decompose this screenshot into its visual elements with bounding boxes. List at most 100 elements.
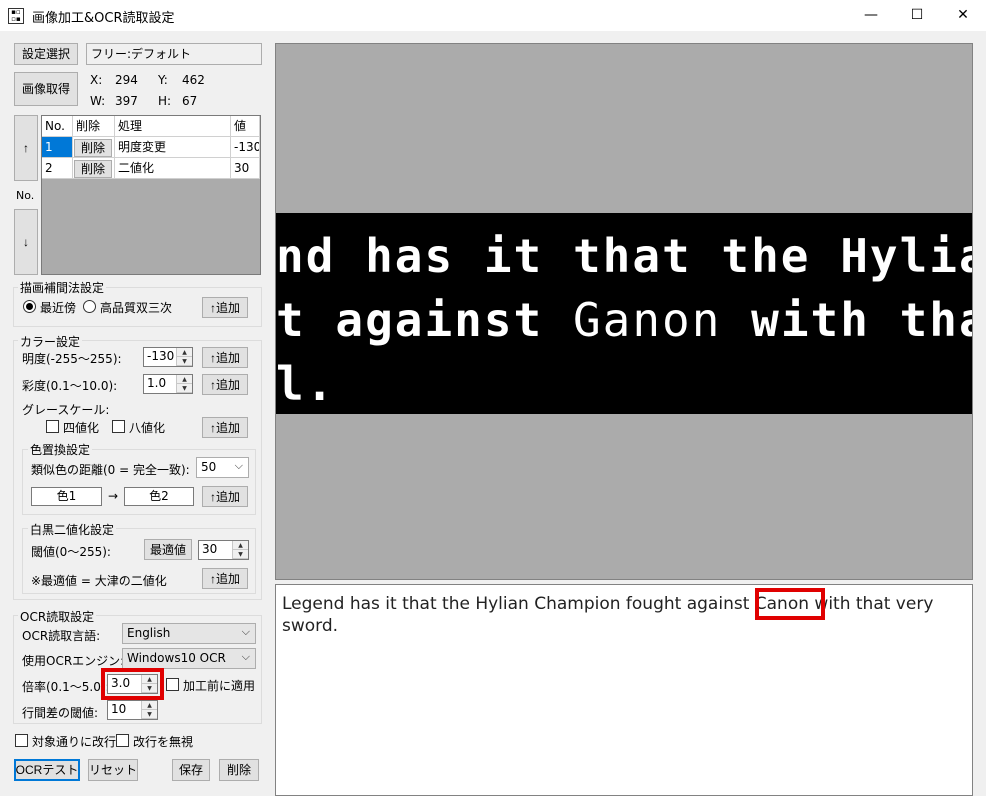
chevron-down-icon[interactable]: ⌵: [242, 650, 250, 664]
gray4-checkbox[interactable]: [46, 420, 59, 433]
w-value: 397: [115, 94, 138, 108]
save-button[interactable]: 保存: [172, 759, 210, 781]
h-value: 67: [182, 94, 198, 108]
spin-up-icon[interactable]: ▲: [233, 541, 248, 550]
ocr-engine-value[interactable]: Windows10 OCR: [127, 651, 226, 665]
move-up-button[interactable]: ↑: [14, 115, 38, 181]
reset-button[interactable]: リセット: [88, 759, 138, 781]
select-settings-button[interactable]: 設定選択: [14, 43, 78, 65]
canon-highlight-box: [755, 588, 825, 620]
spin-down-icon[interactable]: ▼: [177, 384, 192, 393]
row2-delete-button[interactable]: 削除: [74, 160, 112, 178]
distance-combo[interactable]: 50 ⌵: [196, 457, 249, 478]
close-button[interactable]: ✕: [940, 0, 986, 31]
saturation-value[interactable]: 1.0: [147, 376, 166, 390]
title-bar: ▪▫ ▫▪ 画像加工&OCR読取設定 — ☐ ✕: [0, 0, 986, 31]
threshold-label: 閾値(0〜255):: [31, 545, 111, 559]
window-title: 画像加工&OCR読取設定: [32, 11, 175, 26]
bw-add-button[interactable]: ↑追加: [202, 568, 248, 589]
col-header-value: 値: [231, 116, 260, 137]
ocr-engine-combo[interactable]: Windows10 OCR ⌵: [122, 648, 256, 669]
saturation-spinner[interactable]: 1.0 ▲ ▼: [143, 374, 193, 394]
ocr-language-combo[interactable]: English ⌵: [122, 623, 256, 644]
gray4-label[interactable]: 四値化: [63, 419, 99, 436]
y-label: Y:: [158, 73, 168, 87]
col-header-no: No.: [42, 116, 73, 137]
preview-image: nd has it that the Hylian Cham t against…: [276, 213, 972, 414]
interp-nearest-radio[interactable]: [23, 300, 36, 313]
brightness-add-button[interactable]: ↑追加: [202, 347, 248, 368]
interp-bicubic-label[interactable]: 高品質双三次: [100, 299, 172, 316]
y-value: 462: [182, 73, 205, 87]
grayscale-add-button[interactable]: ↑追加: [202, 417, 248, 438]
brightness-spinner[interactable]: -130 ▲ ▼: [143, 347, 193, 367]
interp-group-title: 描画補間法設定: [18, 279, 107, 296]
apply-before-label[interactable]: 加工前に適用: [183, 677, 255, 694]
line-threshold-value[interactable]: 10: [111, 702, 126, 716]
ignore-break-checkbox[interactable]: [116, 734, 129, 747]
gray8-label[interactable]: 八値化: [129, 419, 165, 436]
line-threshold-spinner[interactable]: 10 ▲ ▼: [107, 700, 158, 720]
spin-up-icon[interactable]: ▲: [142, 701, 157, 710]
ocr-result-text[interactable]: Legend has it that the Hylian Champion f…: [282, 593, 962, 637]
spin-down-icon[interactable]: ▼: [177, 357, 192, 366]
ocr-engine-label: 使用OCRエンジン:: [22, 654, 125, 668]
gray8-checkbox[interactable]: [112, 420, 125, 433]
row2-process[interactable]: 二値化: [115, 158, 231, 179]
order-no-label: No.: [16, 189, 35, 202]
chevron-down-icon[interactable]: ⌵: [235, 459, 243, 473]
row1-no[interactable]: 1: [42, 137, 73, 158]
linebreak-checkbox[interactable]: [15, 734, 28, 747]
saturation-add-button[interactable]: ↑追加: [202, 374, 248, 395]
distance-value[interactable]: 50: [201, 460, 216, 474]
capture-image-button[interactable]: 画像取得: [14, 72, 78, 106]
row2-no[interactable]: 2: [42, 158, 73, 179]
preview-line-2: t against Ganon with that ver: [276, 293, 972, 347]
scale-label: 倍率(0.1〜5.0):: [22, 680, 110, 694]
color2-box[interactable]: 色2: [124, 487, 194, 506]
row1-delete-button[interactable]: 削除: [74, 139, 112, 157]
preset-field[interactable]: フリー:デフォルト: [86, 43, 262, 65]
color-group-title: カラー設定: [18, 333, 83, 350]
minimize-button[interactable]: —: [848, 0, 894, 31]
row1-value[interactable]: -130: [231, 137, 260, 158]
move-down-button[interactable]: ↓: [14, 209, 38, 275]
ignore-break-label[interactable]: 改行を無視: [133, 733, 193, 750]
interp-nearest-label[interactable]: 最近傍: [40, 299, 76, 316]
preview-line-1: nd has it that the Hylian Cham: [276, 229, 972, 283]
spin-down-icon[interactable]: ▼: [233, 550, 248, 559]
row1-delete-cell: 削除: [73, 137, 115, 158]
w-label: W:: [90, 94, 106, 108]
color-arrow: →: [108, 489, 119, 503]
spin-up-icon[interactable]: ▲: [177, 375, 192, 384]
spin-down-icon[interactable]: ▼: [142, 710, 157, 719]
spin-up-icon[interactable]: ▲: [177, 348, 192, 357]
maximize-button[interactable]: ☐: [894, 0, 940, 31]
ocr-result-panel[interactable]: Legend has it that the Hylian Champion f…: [275, 584, 973, 796]
apply-before-checkbox[interactable]: [166, 678, 179, 691]
ocr-test-button[interactable]: OCRテスト: [14, 759, 80, 781]
chevron-down-icon[interactable]: ⌵: [242, 625, 250, 639]
scale-highlight-box: [101, 668, 164, 700]
threshold-value[interactable]: 30: [202, 542, 217, 556]
brightness-value[interactable]: -130: [147, 349, 174, 363]
otsu-note: ※最適値 = 大津の二値化: [31, 574, 167, 588]
linebreak-label[interactable]: 対象通りに改行: [32, 733, 116, 750]
interp-bicubic-radio[interactable]: [83, 300, 96, 313]
row1-process[interactable]: 明度変更: [115, 137, 231, 158]
col-header-delete: 削除: [73, 116, 115, 137]
app-icon: ▪▫ ▫▪: [8, 8, 24, 24]
interp-add-button[interactable]: ↑追加: [202, 297, 248, 318]
delete-button[interactable]: 削除: [219, 759, 259, 781]
grayscale-label: グレースケール:: [22, 403, 110, 417]
ocr-group-title: OCR読取設定: [18, 608, 97, 625]
ocr-language-label: OCR読取言語:: [22, 629, 101, 643]
optimal-value-button[interactable]: 最適値: [144, 539, 192, 560]
color1-box[interactable]: 色1: [31, 487, 102, 506]
ocr-language-value[interactable]: English: [127, 626, 170, 640]
color-replace-add-button[interactable]: ↑追加: [202, 486, 248, 507]
process-grid[interactable]: No. 削除 処理 値 1 削除 明度変更 -130 2 削除 二値化 30: [41, 115, 261, 275]
threshold-spinner[interactable]: 30 ▲ ▼: [198, 540, 249, 560]
row2-value[interactable]: 30: [231, 158, 260, 179]
col-header-process: 処理: [115, 116, 231, 137]
